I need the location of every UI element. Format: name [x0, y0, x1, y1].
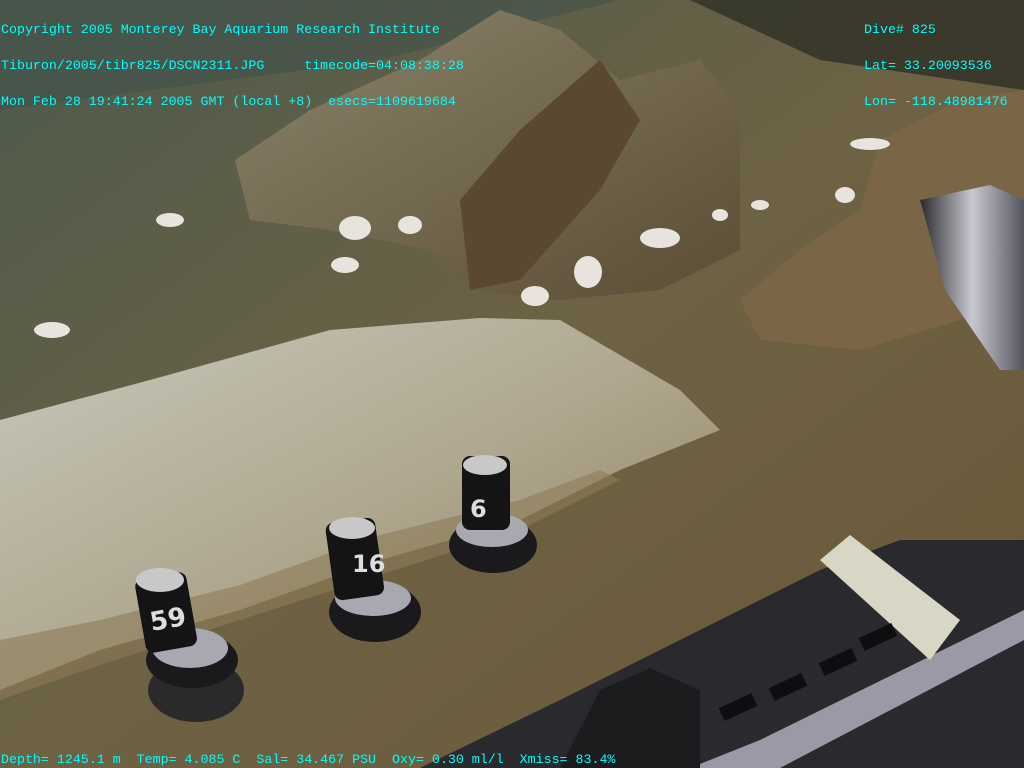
copyright-line: Copyright 2005 Monterey Bay Aquarium Res…	[1, 22, 440, 37]
sensor-3-label: 6	[470, 495, 487, 523]
sensor-2-label: 16	[352, 550, 386, 578]
file-timecode-line: Tiburon/2005/tibr825/DSCN2311.JPG timeco…	[1, 58, 464, 73]
overlay-top-left: Copyright 2005 Monterey Bay Aquarium Res…	[1, 0, 464, 132]
overlay-top-right: Dive# 825 Lat= 33.20093536 Lon= -118.489…	[864, 0, 1008, 132]
sensor-1-label: 59	[147, 602, 189, 638]
longitude: Lon= -118.48981476	[864, 94, 1008, 109]
sensor-readout: Depth= 1245.1 m Temp= 4.085 C Sal= 34.46…	[1, 752, 616, 767]
seafloor-photo: 59 16 6 Copyright 2005 Monterey Bay Aqua…	[0, 0, 1024, 768]
dive-number: Dive# 825	[864, 22, 936, 37]
latitude: Lat= 33.20093536	[864, 58, 992, 73]
date-esecs-line: Mon Feb 28 19:41:24 2005 GMT (local +8) …	[1, 94, 456, 109]
